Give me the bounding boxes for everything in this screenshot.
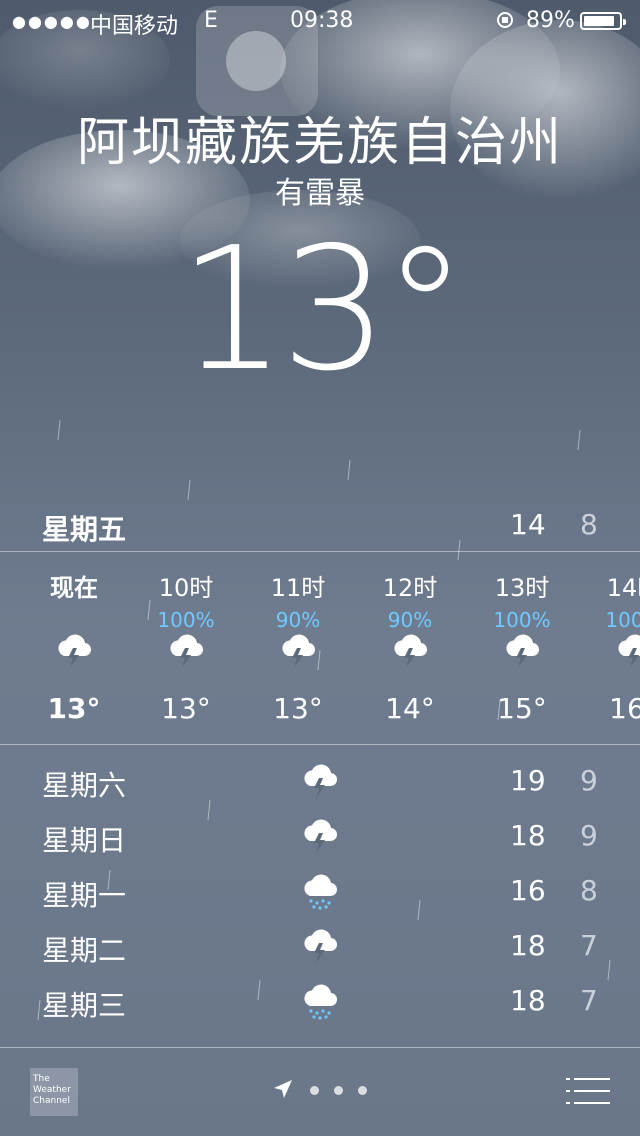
footer-toolbar: The Weather Channel	[0, 1048, 640, 1136]
hour-label: 10时	[158, 574, 214, 602]
hour-temperature: 13°	[161, 692, 211, 725]
hour-temperature: 16°	[609, 692, 640, 725]
rotation-lock-icon	[494, 8, 516, 36]
hour-label: 14时	[606, 574, 640, 602]
today-summary: 星期五 14 8	[0, 500, 640, 550]
hour-temperature: 15°	[497, 692, 547, 725]
battery-percent: 89%	[526, 8, 575, 33]
thunderstorm-icon	[300, 815, 340, 855]
day-high: 16	[510, 874, 546, 907]
today-low: 8	[580, 508, 598, 541]
day-name: 星期二	[42, 934, 127, 967]
hourly-item: 11时 90% 13°	[242, 552, 354, 744]
carrier-name: 中国移动	[90, 14, 179, 39]
day-low: 9	[580, 819, 598, 852]
weather-condition: 有雷暴	[275, 176, 365, 211]
hour-label: 13时	[494, 574, 550, 602]
rain-icon	[300, 870, 340, 910]
thunderstorm-icon	[54, 630, 94, 670]
page-dot[interactable]	[358, 1086, 367, 1095]
daily-row: 星期一 16 8	[0, 862, 640, 918]
weather-channel-logo[interactable]: The Weather Channel	[30, 1068, 78, 1116]
hour-temperature: 13°	[273, 692, 323, 725]
precipitation-chance: 100%	[157, 608, 215, 632]
hourly-item: 14时 100% 16°	[578, 552, 640, 744]
location-arrow-icon[interactable]	[272, 1078, 294, 1100]
day-high: 18	[510, 984, 546, 1017]
hour-temperature: 13°	[47, 692, 101, 725]
hour-label: 12时	[382, 574, 438, 602]
signal-strength-icon: ●●●●●	[12, 12, 92, 31]
rain-icon	[300, 980, 340, 1020]
day-name: 星期日	[42, 824, 127, 857]
thunderstorm-icon	[502, 630, 542, 670]
day-low: 8	[580, 874, 598, 907]
page-dot[interactable]	[310, 1086, 319, 1095]
today-day: 星期五	[42, 513, 127, 546]
day-low: 9	[580, 764, 598, 797]
precipitation-chance: 90%	[275, 608, 321, 632]
day-high: 18	[510, 929, 546, 962]
hourly-item: 12时 90% 14°	[354, 552, 466, 744]
network-type: E	[204, 8, 218, 33]
hourly-item: 13时 100% 15°	[466, 552, 578, 744]
thunderstorm-icon	[166, 630, 206, 670]
thunderstorm-icon	[300, 925, 340, 965]
daily-row: 星期六 19 9	[0, 752, 640, 808]
daily-row: 星期三 18 7	[0, 972, 640, 1028]
thunderstorm-icon	[278, 630, 318, 670]
thunderstorm-icon	[390, 630, 430, 670]
divider	[0, 744, 640, 745]
current-temperature: 13°	[178, 211, 467, 409]
battery-icon	[580, 12, 626, 30]
today-high: 14	[510, 508, 546, 541]
hour-label: 现在	[50, 574, 98, 602]
precipitation-chance: 100%	[605, 608, 640, 632]
hour-label: 11时	[270, 574, 326, 602]
day-high: 18	[510, 819, 546, 852]
thunderstorm-icon	[614, 630, 640, 670]
status-time: 09:38	[290, 8, 354, 33]
hourly-forecast[interactable]: 现在 13° 10时 100% 13° 11时 90% 13° 12时 90% 14° 13时 100%…	[0, 552, 640, 744]
hourly-item: 现在 13°	[18, 552, 130, 744]
day-high: 19	[510, 764, 546, 797]
day-name: 星期三	[42, 989, 127, 1022]
hourly-item: 10时 100% 13°	[130, 552, 242, 744]
day-low: 7	[580, 984, 598, 1017]
day-low: 7	[580, 929, 598, 962]
city-name: 阿坝藏族羌族自治州	[76, 113, 563, 173]
day-name: 星期六	[42, 769, 127, 802]
precipitation-chance: 100%	[493, 608, 551, 632]
day-name: 星期一	[42, 879, 127, 912]
hour-temperature: 14°	[385, 692, 435, 725]
daily-row: 星期二 18 7	[0, 917, 640, 973]
precipitation-chance: 90%	[387, 608, 433, 632]
daily-row: 星期日 18 9	[0, 807, 640, 863]
page-dot[interactable]	[334, 1086, 343, 1095]
thunderstorm-icon	[300, 760, 340, 800]
list-icon[interactable]	[566, 1076, 610, 1106]
daily-forecast[interactable]: 星期六 19 9 星期日 18 9 星期一 16 8 星期二 18 7 星期三 18 7	[0, 752, 640, 1047]
status-bar: ●●●●● 中国移动 E 09:38 89%	[0, 0, 640, 40]
